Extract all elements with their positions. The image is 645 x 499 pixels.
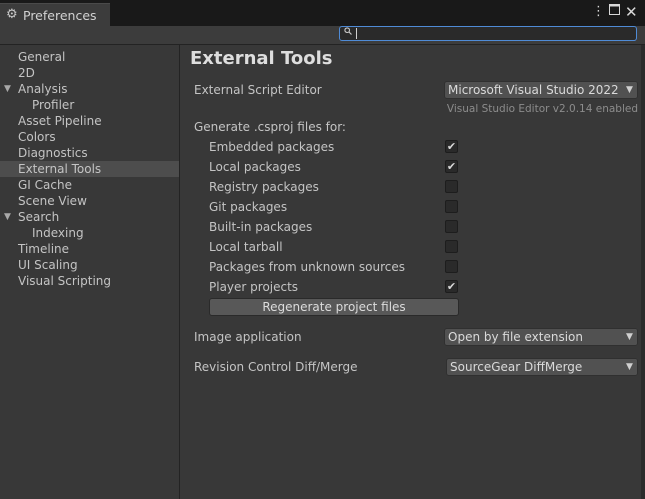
tab-title: Preferences [23, 8, 97, 23]
close-icon[interactable]: ✕ [625, 4, 638, 20]
sidebar-item-label: Asset Pipeline [18, 114, 102, 128]
sidebar-item-indexing[interactable]: Indexing [0, 225, 179, 241]
maximize-icon[interactable] [609, 4, 620, 20]
sidebar-item-diagnostics[interactable]: Diagnostics [0, 145, 179, 161]
sidebar-item-label: Indexing [32, 226, 84, 240]
sidebar-item-label: Profiler [32, 98, 75, 112]
search-icon [344, 27, 352, 40]
revision-control-dropdown[interactable]: SourceGear DiffMerge ▼ [446, 358, 638, 376]
sidebar-item-label: 2D [18, 66, 35, 80]
gear-icon: ⚙ [6, 7, 18, 22]
sidebar-item-profiler[interactable]: Profiler [0, 97, 179, 113]
sidebar-item-label: General [18, 50, 66, 64]
sidebar-item-gi-cache[interactable]: GI Cache [0, 177, 179, 193]
dropdown-value: SourceGear DiffMerge [450, 360, 583, 374]
registry-packages-checkbox[interactable] [445, 180, 458, 193]
sidebar-item-analysis[interactable]: ▼ Analysis [0, 81, 179, 97]
git-packages-checkbox[interactable] [445, 200, 458, 213]
option-embedded-packages-label: Embedded packages [209, 140, 335, 154]
sidebar-item-asset-pipeline[interactable]: Asset Pipeline [0, 113, 179, 129]
dropdown-value: Open by file extension [448, 330, 583, 344]
script-editor-label: External Script Editor [194, 83, 322, 97]
sidebar-item-label: Search [18, 210, 60, 224]
option-player-projects-label: Player projects [209, 280, 299, 294]
preferences-sidebar: General 2D ▼ Analysis Profiler Asset Pip… [0, 45, 180, 499]
sidebar-item-label: Scene View [18, 194, 87, 208]
chevron-down-icon: ▼ [622, 329, 637, 345]
local-packages-checkbox[interactable]: ✔ [445, 160, 458, 173]
sidebar-item-visual-scripting[interactable]: Visual Scripting [0, 273, 179, 289]
builtin-packages-checkbox[interactable] [445, 220, 458, 233]
revision-control-label: Revision Control Diff/Merge [194, 360, 358, 374]
sidebar-item-2d[interactable]: 2D [0, 65, 179, 81]
script-editor-dropdown[interactable]: Microsoft Visual Studio 2022 [17 ▼ [444, 81, 638, 99]
sidebar-item-general[interactable]: General [0, 49, 179, 65]
window-resize-edge[interactable] [641, 45, 645, 499]
csproj-header: Generate .csproj files for: [194, 120, 346, 134]
preferences-tab[interactable]: ⚙ Preferences [0, 3, 110, 26]
option-unknown-sources-label: Packages from unknown sources [209, 260, 405, 274]
sidebar-item-search[interactable]: ▼ Search [0, 209, 179, 225]
player-projects-checkbox[interactable]: ✔ [445, 280, 458, 293]
sidebar-item-label: Colors [18, 130, 56, 144]
page-title: External Tools [190, 48, 333, 69]
sidebar-item-scene-view[interactable]: Scene View [0, 193, 179, 209]
sidebar-item-label: UI Scaling [18, 258, 78, 272]
option-registry-packages-label: Registry packages [209, 180, 319, 194]
sidebar-item-colors[interactable]: Colors [0, 129, 179, 145]
sidebar-item-label: Analysis [18, 82, 68, 96]
more-options-icon[interactable]: ⋮ [592, 4, 605, 20]
chevron-down-icon: ▼ [622, 82, 637, 98]
sidebar-item-label: Visual Scripting [18, 274, 111, 288]
embedded-packages-checkbox[interactable]: ✔ [445, 140, 458, 153]
sidebar-item-timeline[interactable]: Timeline [0, 241, 179, 257]
unknown-sources-checkbox[interactable] [445, 260, 458, 273]
sidebar-item-external-tools[interactable]: External Tools [0, 161, 179, 177]
preferences-content: External Tools External Script Editor Mi… [180, 45, 645, 499]
search-box[interactable] [339, 26, 637, 41]
image-application-label: Image application [194, 330, 302, 344]
sidebar-item-ui-scaling[interactable]: UI Scaling [0, 257, 179, 273]
sidebar-item-label: GI Cache [18, 178, 72, 192]
option-local-packages-label: Local packages [209, 160, 301, 174]
sidebar-item-label: External Tools [18, 162, 102, 176]
text-caret [356, 28, 357, 39]
option-builtin-packages-label: Built-in packages [209, 220, 313, 234]
option-local-tarball-label: Local tarball [209, 240, 283, 254]
option-git-packages-label: Git packages [209, 200, 288, 214]
regenerate-project-files-button[interactable]: Regenerate project files [209, 298, 459, 316]
search-input[interactable] [355, 27, 625, 40]
image-application-dropdown[interactable]: Open by file extension ▼ [444, 328, 638, 346]
dropdown-value: Microsoft Visual Studio 2022 [17 [448, 83, 638, 97]
editor-version-note: Visual Studio Editor v2.0.14 enabled [446, 103, 638, 115]
expand-arrow-icon[interactable]: ▼ [4, 209, 11, 225]
window-title-bar: ⚙ Preferences ⋮ ✕ [0, 0, 645, 26]
chevron-down-icon: ▼ [622, 359, 637, 375]
sidebar-item-label: Timeline [18, 242, 70, 256]
sidebar-item-label: Diagnostics [18, 146, 88, 160]
expand-arrow-icon[interactable]: ▼ [4, 81, 11, 97]
local-tarball-checkbox[interactable] [445, 240, 458, 253]
